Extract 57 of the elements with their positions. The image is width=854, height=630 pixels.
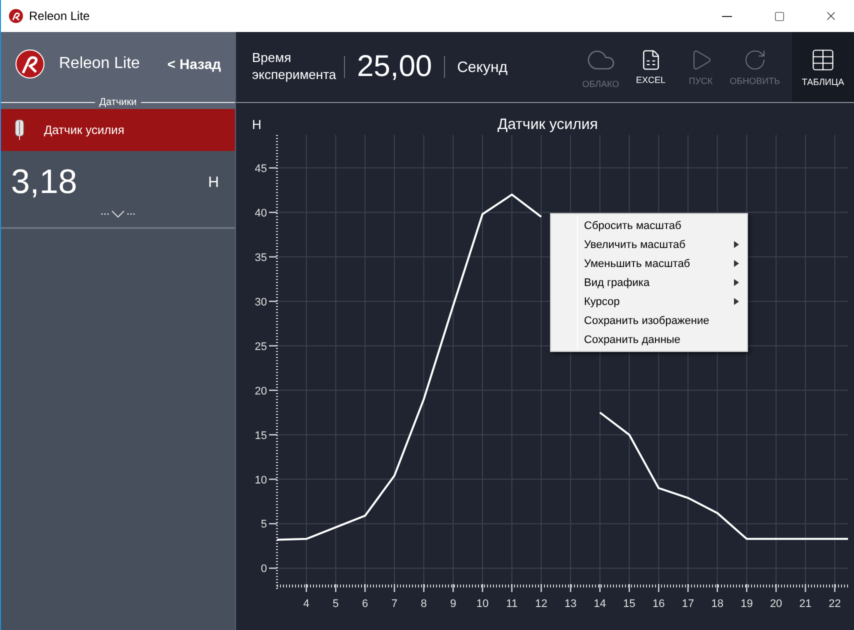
- time-unit: Секунд: [456, 58, 509, 76]
- x-tick-label: 5: [332, 598, 339, 610]
- x-tick-label: 7: [391, 598, 398, 610]
- menu-item[interactable]: Увеличить масштаб: [577, 235, 747, 254]
- sensor-item[interactable]: Датчик усилия: [1, 109, 235, 151]
- menu-item[interactable]: Уменьшить масштаб: [577, 254, 747, 273]
- x-tick-label: 11: [506, 598, 518, 610]
- x-tick-label: 9: [450, 598, 456, 610]
- section-label: Датчики: [99, 96, 137, 108]
- app-logo-icon: [9, 9, 23, 23]
- window-title: Releon Lite: [29, 9, 91, 23]
- x-tick-label: 21: [799, 598, 812, 610]
- menu-item[interactable]: Сохранить данные: [577, 330, 747, 349]
- maximize-icon: [774, 10, 784, 22]
- app-name: Releon Lite: [59, 54, 141, 72]
- chart-title: Датчик усилия: [496, 116, 599, 132]
- y-tick-label: 35: [254, 252, 267, 264]
- x-tick-label: 16: [652, 598, 665, 610]
- toolbar-button[interactable]: EXCEL: [626, 32, 676, 102]
- y-tick-label: 15: [254, 430, 267, 442]
- x-tick-label: 6: [362, 598, 368, 610]
- x-tick-label: 8: [420, 598, 427, 610]
- y-tick-label: 0: [260, 563, 267, 576]
- x-tick-label: 15: [623, 598, 636, 610]
- y-tick-label: 45: [254, 162, 267, 175]
- menu-item[interactable]: Курсор: [577, 292, 747, 311]
- x-tick-label: 14: [594, 598, 606, 610]
- back-link[interactable]: < Назад: [167, 56, 221, 72]
- y-tick-label: 5: [260, 518, 267, 531]
- menu-item[interactable]: Сохранить изображение: [577, 311, 747, 330]
- time-value: 25,00: [356, 50, 434, 84]
- x-tick-label: 19: [740, 598, 753, 610]
- menu-item[interactable]: Вид графика: [577, 273, 747, 292]
- x-tick-label: 18: [711, 598, 724, 610]
- sensor-unit: Н: [208, 174, 219, 191]
- y-tick-label: 10: [254, 474, 267, 486]
- x-tick-label: 20: [770, 598, 782, 610]
- table-icon: [810, 47, 836, 73]
- y-tick-label: 30: [254, 296, 267, 308]
- toolbar-button[interactable]: ТАБЛИЦА: [792, 32, 854, 102]
- sensor-icon: [15, 119, 24, 141]
- time-label: Время эксперимента: [251, 50, 338, 84]
- y-tick-label: 25: [254, 340, 267, 353]
- x-tick-label: 12: [535, 598, 548, 610]
- sensor-value: 3,18: [11, 163, 78, 202]
- x-tick-label: 13: [564, 598, 577, 610]
- menu-item[interactable]: Сбросить масштаб: [577, 216, 747, 235]
- refresh-icon: [742, 48, 767, 72]
- x-tick-label: 17: [682, 598, 694, 610]
- x-tick-label: 4: [303, 598, 310, 610]
- x-tick-label: 10: [476, 598, 489, 610]
- y-tick-label: 40: [254, 207, 267, 220]
- app-logo-icon: [15, 48, 45, 78]
- x-tick-label: 22: [828, 598, 841, 610]
- y-tick-label: 20: [254, 385, 267, 398]
- axis-unit: Н: [252, 116, 262, 132]
- expand-icon[interactable]: [100, 210, 136, 218]
